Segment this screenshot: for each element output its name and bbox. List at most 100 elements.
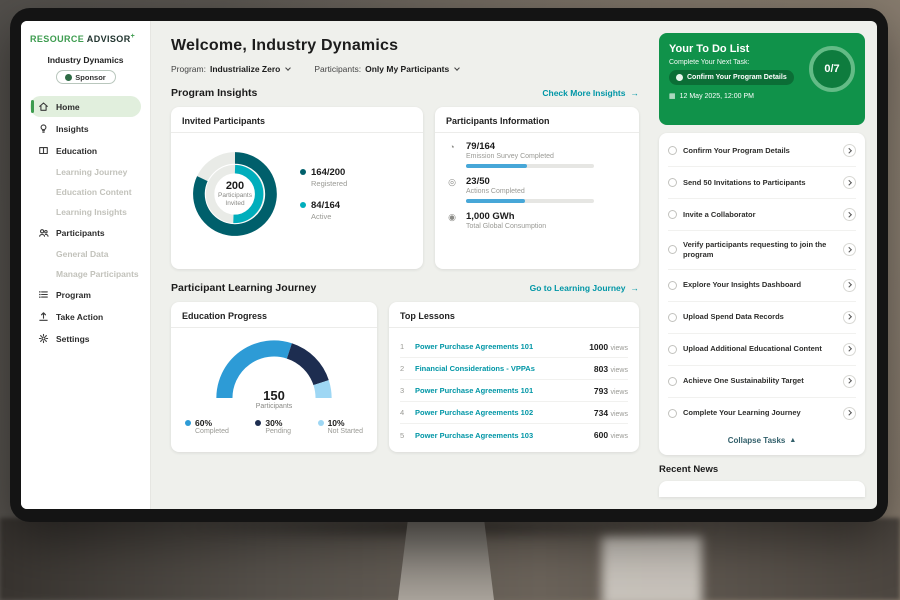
task-row[interactable]: Upload Spend Data Records (668, 302, 856, 334)
task-checkbox[interactable] (668, 178, 677, 187)
task-checkbox[interactable] (668, 377, 677, 386)
chevron-right-icon[interactable] (843, 208, 856, 221)
task-row[interactable]: Upload Additional Educational Content (668, 334, 856, 366)
location-pin-icon: ◉ (446, 212, 458, 223)
legend-item-pending: 30% Pending (255, 418, 291, 435)
sidebar-item-education-content[interactable]: Education Content (30, 182, 141, 201)
sidebar-item-program[interactable]: Program (30, 284, 141, 305)
task-due-date: ▦ 12 May 2025, 12:00 PM (669, 92, 855, 100)
page-title: Welcome, Industry Dynamics (171, 37, 639, 55)
lesson-row[interactable]: 1 Power Purchase Agreements 101 1000 vie… (400, 336, 628, 358)
sponsor-icon (65, 74, 72, 81)
divider (389, 327, 639, 328)
action-arrow-icon (38, 311, 49, 322)
section-title: Participant Learning Journey (171, 282, 316, 294)
legend-dot (185, 420, 191, 426)
dashboard-screen: RESOURCE ADVISOR+ Industry Dynamics Spon… (21, 21, 877, 509)
todo-tasks-card: Confirm Your Program Details Send 50 Inv… (659, 133, 865, 455)
go-to-learning-journey-link[interactable]: Go to Learning Journey → (530, 283, 639, 293)
home-icon (38, 101, 49, 112)
arrow-right-icon: → (631, 283, 640, 293)
lesson-row[interactable]: 2 Financial Considerations - VPPAs 803 v… (400, 358, 628, 380)
divider (435, 132, 639, 133)
chevron-right-icon[interactable] (843, 407, 856, 420)
chevron-right-icon[interactable] (843, 279, 856, 292)
top-lessons-card: Top Lessons 1 Power Purchase Agreements … (389, 302, 639, 452)
donut-center-value: 200 (226, 180, 244, 192)
legend-dot (318, 420, 324, 426)
recent-news-title: Recent News (659, 464, 865, 475)
lesson-row[interactable]: 5 Power Purchase Agreements 103 600 view… (400, 424, 628, 446)
app-logo: RESOURCE ADVISOR+ (30, 33, 141, 44)
task-row[interactable]: Achieve One Sustainability Target (668, 366, 856, 398)
donut-center-label: Participants Invited (211, 192, 259, 208)
task-row[interactable]: Confirm Your Program Details (668, 135, 856, 167)
stat-global-consumption: ◉ 1,000 GWh Total Global Consumption (446, 211, 628, 230)
gauge-center-value: 150 (212, 388, 336, 403)
education-progress-gauge-chart: 150 Participants (212, 336, 336, 408)
sponsor-badge[interactable]: Sponsor (56, 70, 116, 84)
task-checkbox[interactable] (668, 146, 677, 155)
scene: RESOURCE ADVISOR+ Industry Dynamics Spon… (0, 0, 900, 600)
lesson-row[interactable]: 4 Power Purchase Agreements 102 734 view… (400, 402, 628, 424)
survey-icon: ◔ (446, 142, 458, 152)
sidebar-item-take-action[interactable]: Take Action (30, 306, 141, 327)
target-icon: ◎ (446, 177, 458, 188)
todo-panel: Your To Do List Complete Your Next Task:… (653, 21, 877, 509)
chevron-right-icon[interactable] (843, 176, 856, 189)
task-row[interactable]: Complete Your Learning Journey (668, 398, 856, 429)
task-checkbox[interactable] (668, 210, 677, 219)
chevron-right-icon[interactable] (843, 343, 856, 356)
stat-actions-completed: ◎ 23/50 Actions Completed (446, 176, 628, 203)
task-checkbox[interactable] (668, 409, 677, 418)
check-more-insights-link[interactable]: Check More Insights → (542, 88, 639, 98)
task-row[interactable]: Send 50 Invitations to Participants (668, 167, 856, 199)
next-task-pill[interactable]: Confirm Your Program Details (669, 70, 794, 85)
program-dropdown[interactable]: Program: Industrialize Zero (171, 64, 290, 74)
sidebar-item-learning-insights[interactable]: Learning Insights (30, 202, 141, 221)
task-row[interactable]: Explore Your Insights Dashboard (668, 270, 856, 302)
legend-item-completed: 60% Completed (185, 418, 229, 435)
stat-emission-survey: ◔ 79/164 Emission Survey Completed (446, 141, 628, 168)
learning-journey-header: Participant Learning Journey Go to Learn… (171, 282, 639, 294)
chevron-right-icon[interactable] (843, 243, 856, 256)
learning-cards-row: Education Progress 150 Participants (171, 302, 639, 452)
calendar-icon: ▦ (669, 92, 676, 100)
chevron-right-icon[interactable] (843, 311, 856, 324)
education-progress-card: Education Progress 150 Participants (171, 302, 377, 452)
legend-item-not-started: 10% Not Started (318, 418, 363, 435)
sidebar-item-general-data[interactable]: General Data (30, 244, 141, 263)
invited-participants-donut-chart: 200 Participants Invited (182, 141, 288, 247)
list-icon (38, 289, 49, 300)
sidebar-nav: Home Insights Education Learning Journey… (30, 96, 141, 349)
task-status-icon (676, 74, 683, 81)
task-checkbox[interactable] (668, 345, 677, 354)
task-row[interactable]: Invite a Collaborator (668, 199, 856, 231)
sidebar-item-home[interactable]: Home (30, 96, 141, 117)
task-checkbox[interactable] (668, 281, 677, 290)
sidebar-item-education[interactable]: Education (30, 140, 141, 161)
task-checkbox[interactable] (668, 245, 677, 254)
sidebar-item-settings[interactable]: Settings (30, 328, 141, 349)
lesson-row[interactable]: 3 Power Purchase Agreements 101 793 view… (400, 380, 628, 402)
collapse-tasks-button[interactable]: Collapse Tasks ▲ (668, 429, 856, 453)
main-content: Welcome, Industry Dynamics Program: Indu… (151, 21, 653, 509)
background-object (602, 536, 702, 600)
todo-progress-ring: 0/7 (809, 46, 855, 92)
task-row[interactable]: Verify participants requesting to join t… (668, 231, 856, 270)
gauge-center-label: Participants (212, 403, 336, 410)
task-checkbox[interactable] (668, 313, 677, 322)
lightbulb-icon (38, 123, 49, 134)
sidebar-item-manage-participants[interactable]: Manage Participants (30, 264, 141, 283)
participants-information-card: Participants Information ◔ 79/164 Emissi… (435, 107, 639, 269)
sidebar-item-learning-journey[interactable]: Learning Journey (30, 162, 141, 181)
sidebar-item-participants[interactable]: Participants (30, 222, 141, 243)
participants-dropdown[interactable]: Participants: Only My Participants (314, 64, 459, 74)
chevron-right-icon[interactable] (843, 144, 856, 157)
divider (171, 327, 377, 328)
donut-legend: 164/200 Registered 84/164 Active (300, 167, 347, 221)
sidebar-item-insights[interactable]: Insights (30, 118, 141, 139)
chevron-right-icon[interactable] (843, 375, 856, 388)
insights-cards-row: Invited Participants (171, 107, 639, 269)
program-insights-header: Program Insights Check More Insights → (171, 87, 639, 99)
